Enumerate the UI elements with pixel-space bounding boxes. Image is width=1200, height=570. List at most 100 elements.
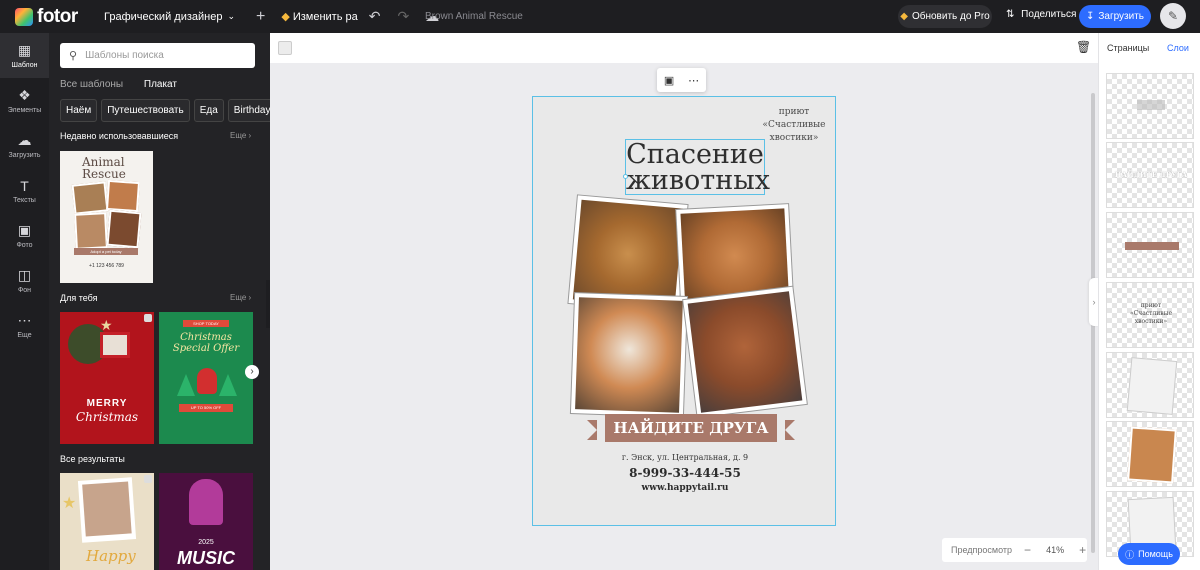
replace-image-icon[interactable]: ▣ [664, 74, 674, 87]
rail-label: Тексты [13, 196, 36, 204]
left-rail: ▦ Шаблон ❖ Элементы ☁ Загрузить T Тексты… [0, 33, 49, 570]
photo-dog-brown[interactable] [683, 286, 807, 418]
chevron-right-icon: › [1092, 297, 1096, 307]
redo-icon[interactable]: ↷ [397, 8, 409, 25]
shelter-name[interactable]: приют «Счастливые хвостики» [759, 106, 829, 145]
preview-button[interactable]: Предпросмотр [951, 545, 1012, 555]
layer-item[interactable] [1106, 421, 1194, 487]
elements-icon: ❖ [18, 87, 31, 103]
thumb-title-line2: Rescue [82, 167, 126, 181]
crown-badge-icon [144, 475, 152, 483]
document-title[interactable]: Brown Animal Rescue [425, 11, 523, 22]
chip-hiring[interactable]: Наём [60, 99, 98, 122]
poster-canvas[interactable]: приют «Счастливые хвостики» Спасение жив… [532, 96, 836, 526]
share-label: Поделиться [1021, 9, 1077, 20]
thumb-title: Animal Rescue [82, 156, 126, 180]
layer-preview-cat [1127, 426, 1177, 484]
rail-item-background[interactable]: ◫ Фон [0, 258, 49, 303]
poster-address[interactable]: г. Энск, ул. Центральная, д. 9 [533, 453, 837, 462]
rail-item-photo[interactable]: ▣ Фото [0, 213, 49, 258]
headline-line2: животных [626, 165, 770, 196]
breadcrumb: Все шаблоны Плакат [60, 79, 177, 90]
category-chips: Наём Путешествовать Еда Birthday [60, 99, 270, 122]
help-label: Помощь [1138, 549, 1173, 559]
rail-item-elements[interactable]: ❖ Элементы [0, 78, 49, 123]
gift-icon [100, 332, 130, 358]
rail-item-text[interactable]: T Тексты [0, 168, 49, 213]
user-avatar-icon: ✎ [1167, 9, 1179, 23]
upload-icon: ☁ [17, 132, 32, 148]
layer-item[interactable] [1106, 212, 1194, 278]
upgrade-pro-button[interactable]: ◆ Обновить до Pro [898, 5, 992, 28]
resize-button[interactable]: ◆ Изменить ра [281, 10, 357, 24]
rail-label: Шаблон [11, 62, 38, 69]
add-icon[interactable]: + [256, 8, 265, 26]
poster-phone[interactable]: 8-999-33-444-55 [533, 466, 837, 480]
poster-headline[interactable]: Спасение животных [623, 139, 770, 196]
template-thumb-happy[interactable]: ★ Happy [60, 473, 154, 570]
layer-item[interactable]: НАЙДИТЕ ДРУГА [1106, 142, 1194, 208]
tab-pages[interactable]: Страницы [1107, 43, 1149, 53]
rail-item-upload[interactable]: ☁ Загрузить [0, 123, 49, 168]
rail-label: Еще [17, 332, 32, 339]
share-button[interactable]: ⇅ Поделиться [1006, 9, 1076, 20]
template-thumb-music[interactable]: 2025 MUSIC [159, 473, 253, 570]
thumb-cat-photo [105, 179, 141, 213]
crown-icon: ◆ [281, 11, 290, 23]
crown-badge-icon [144, 314, 152, 322]
layer-preview-shelter-text: приют «Счастливые хвостики» [1107, 302, 1193, 326]
rail-item-more[interactable]: ⋯ Еще [0, 303, 49, 348]
zoom-out-icon[interactable]: − [1024, 543, 1031, 557]
offer-top: SHOP TODAY [183, 320, 229, 327]
undo-icon[interactable]: ↶ [369, 8, 381, 25]
poster-banner[interactable]: НАЙДИТЕ ДРУГА [587, 414, 795, 442]
tab-layers[interactable]: Слои [1167, 43, 1189, 53]
rail-label: Фото [16, 242, 33, 249]
search-icon: ⚲ [69, 50, 78, 62]
more-options-icon[interactable]: ⋯ [688, 74, 699, 87]
template-thumb-animal-rescue[interactable]: Animal Rescue Adopt a pet today +1 123 4… [60, 151, 153, 283]
more-label: Еще [230, 293, 247, 302]
logo-text: fotor [37, 5, 78, 27]
breadcrumb-current: Плакат [143, 79, 177, 90]
layer-item[interactable]: приют «Счастливые хвостики» [1106, 282, 1194, 348]
template-icon: ▦ [17, 42, 32, 58]
artist-figure [189, 479, 223, 525]
chip-travel[interactable]: Путешествовать [101, 99, 190, 122]
design-mode-dropdown[interactable]: Графический дизайнер ⌄ [104, 11, 235, 23]
chip-birthday[interactable]: Birthday [227, 99, 270, 122]
poster-website[interactable]: www.happytail.ru [533, 483, 837, 493]
zoom-in-icon[interactable]: + [1079, 543, 1086, 557]
carousel-next-icon[interactable]: › [245, 365, 259, 379]
rail-label: Загрузить [8, 152, 41, 159]
background-color-swatch[interactable] [278, 41, 292, 55]
thumb-cat-photo [74, 212, 108, 250]
more-icon: ⋯ [17, 312, 32, 328]
resize-handle[interactable] [623, 174, 628, 179]
template-thumb-christmas-offer[interactable]: SHOP TODAY Christmas Special Offer UP TO… [159, 312, 253, 444]
xmas-line2: Christmas [75, 410, 139, 424]
zoom-level[interactable]: 41% [1046, 545, 1064, 555]
breadcrumb-all-templates[interactable]: Все шаблоны [60, 79, 123, 90]
for-you-section-title: Для тебя [60, 293, 98, 303]
for-you-more-link[interactable]: Еще › [230, 293, 251, 302]
photo-cat-white[interactable] [570, 293, 688, 417]
upgrade-pro-label: Обновить до Pro [911, 11, 990, 22]
avatar[interactable]: ✎ [1160, 3, 1186, 29]
element-floating-toolbar: ▣ ⋯ [657, 68, 706, 92]
photo-icon: ▣ [17, 222, 32, 238]
recent-more-link[interactable]: Еще › [230, 131, 251, 140]
layer-text-line: «Счастливые [1130, 310, 1172, 317]
fotor-logo[interactable]: fotor [15, 6, 87, 28]
rail-item-templates[interactable]: ▦ Шаблон [0, 33, 49, 78]
help-button[interactable]: ⓘ Помощь [1118, 543, 1180, 565]
search-input[interactable]: ⚲ Шаблоны поиска [60, 43, 255, 68]
delete-icon[interactable]: 🗑 [1076, 40, 1091, 54]
layer-preview-shelter [1137, 100, 1165, 110]
shelter-line: приют [778, 107, 810, 117]
template-thumb-merry-christmas[interactable]: ★ MERRY Christmas [60, 312, 154, 444]
download-button[interactable]: ↧ Загрузить [1079, 5, 1151, 28]
layer-item[interactable] [1106, 352, 1194, 418]
chip-food[interactable]: Еда [193, 99, 224, 122]
layer-item[interactable] [1106, 73, 1194, 139]
